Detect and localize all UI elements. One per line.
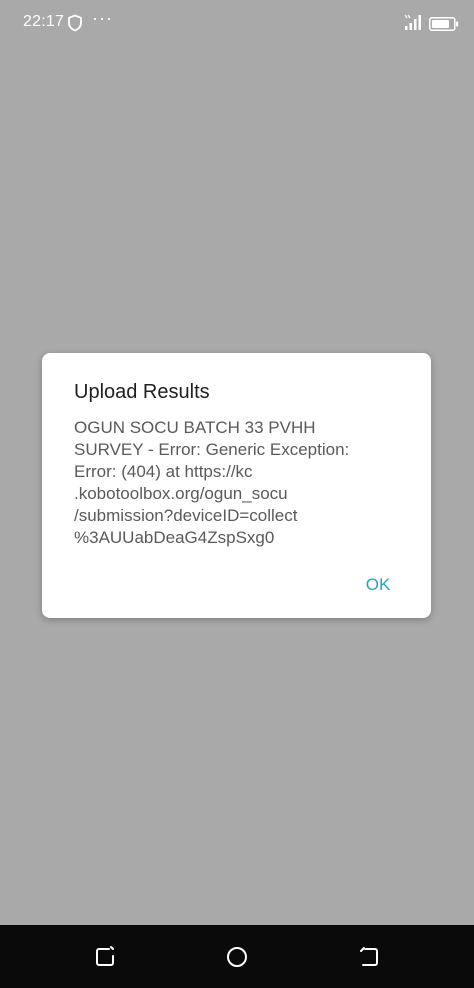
dialog-message-line: SURVEY - Error: Generic Exception:	[74, 440, 350, 459]
recents-icon[interactable]	[92, 944, 118, 970]
dialog-message-line: /submission?deviceID=collect	[74, 506, 298, 525]
status-time: 22:17	[23, 13, 65, 30]
more-notifications-icon: ···	[92, 8, 113, 28]
navigation-bar	[0, 925, 474, 988]
dialog-message-line: .kobotoolbox.org/ogun_socu	[74, 484, 288, 503]
dialog-message-line: %3AUUabDeaG4ZspSxg0	[74, 528, 275, 547]
battery-icon	[429, 17, 459, 31]
back-icon[interactable]	[356, 944, 382, 970]
dialog-message-line: Error: (404) at https://kc	[74, 462, 253, 481]
ok-button[interactable]: OK	[348, 565, 408, 605]
dialog-message: OGUN SOCU BATCH 33 PVHH SURVEY - Error: …	[74, 417, 404, 549]
dialog-message-line: OGUN SOCU BATCH 33 PVHH	[74, 418, 316, 437]
home-icon[interactable]	[224, 944, 250, 970]
signal-icon	[404, 14, 421, 30]
status-bar: 22:17 ···	[0, 0, 474, 46]
shield-icon	[68, 14, 82, 32]
upload-results-dialog: Upload Results OGUN SOCU BATCH 33 PVHH S…	[42, 353, 431, 618]
dialog-title: Upload Results	[74, 381, 210, 403]
